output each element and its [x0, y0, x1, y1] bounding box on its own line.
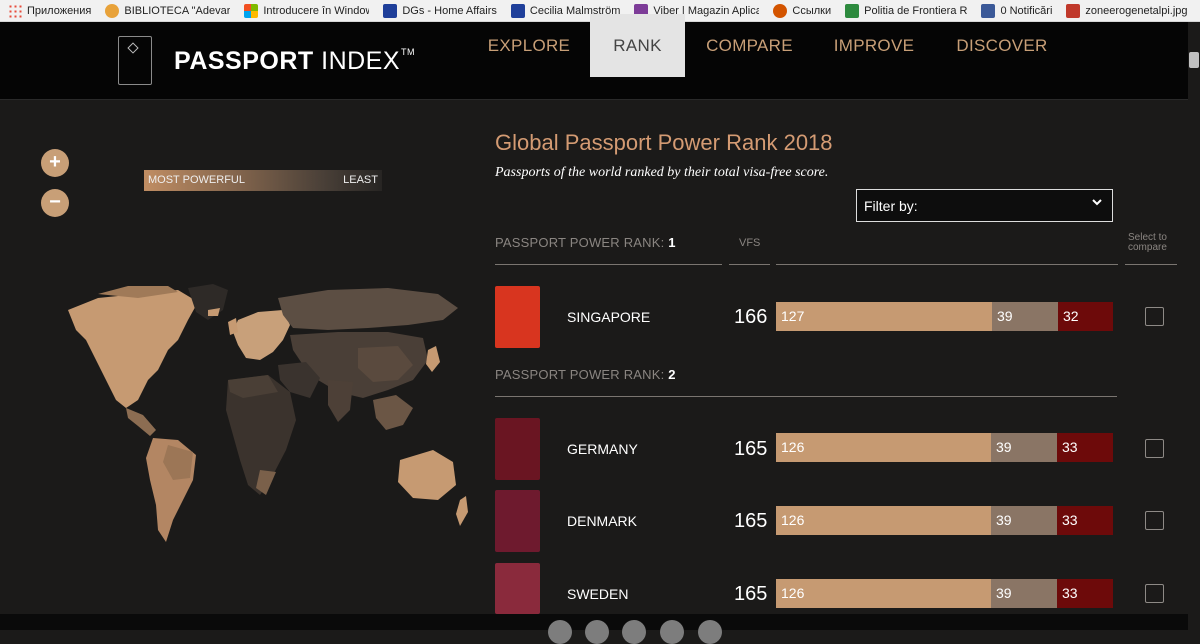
zoom-in-button[interactable]: + [41, 149, 69, 177]
legend-most: MOST POWERFUL [148, 174, 245, 186]
header-divider [1125, 264, 1177, 265]
map-legend: MOST POWERFUL LEAST [144, 170, 382, 191]
country-name[interactable]: SWEDEN [567, 586, 628, 602]
filter-dropdown[interactable]: Filter by: [856, 189, 1113, 222]
page-subtitle: Passports of the world ranked by their t… [495, 165, 829, 180]
bookmark-biblioteca[interactable]: BIBLIOTECA "Adevarul" [105, 0, 244, 21]
header-divider [729, 264, 770, 265]
map-russia [278, 288, 458, 330]
bar-visa-on-arrival: 39 [991, 433, 1057, 462]
twitter-icon[interactable] [585, 620, 609, 644]
nav-compare[interactable]: COMPARE [700, 14, 799, 77]
compare-checkbox[interactable] [1145, 439, 1164, 458]
world-map[interactable] [28, 280, 468, 550]
bar-visa-on-arrival: 39 [992, 302, 1058, 331]
map-europe [233, 310, 290, 360]
compare-checkbox[interactable] [1145, 584, 1164, 603]
country-name[interactable]: DENMARK [567, 513, 637, 529]
bookmark-windows[interactable]: Introducere în Windows [244, 0, 383, 21]
facebook-icon[interactable] [548, 620, 572, 644]
header-divider [495, 264, 722, 265]
country-name[interactable]: GERMANY [567, 441, 638, 457]
bar-visa-free: 126 [776, 433, 991, 462]
pinterest-icon[interactable] [660, 620, 684, 644]
map-new-zealand [456, 496, 468, 526]
bar-visa-free: 126 [776, 506, 991, 535]
passport-cover-germany[interactable] [495, 418, 540, 480]
compare-checkbox[interactable] [1145, 511, 1164, 530]
vfs-score: 166 [734, 306, 768, 328]
bar-eta: 33 [1057, 506, 1113, 535]
filter-label: Filter by: [864, 198, 918, 214]
site-logo[interactable]: PASSPORT INDEXTM [174, 47, 415, 76]
page-scrollbar[interactable] [1188, 22, 1200, 630]
bar-eta: 32 [1058, 302, 1113, 331]
bar-eta: 33 [1057, 579, 1113, 608]
bookmark-image[interactable]: zoneerogenetalpi.jpg [1066, 0, 1200, 21]
map-north-america [68, 290, 198, 408]
map-central-america [126, 408, 156, 436]
header-divider [776, 264, 1118, 265]
chevron-down-icon [1092, 199, 1102, 206]
rank-divider [495, 396, 1117, 397]
bar-visa-free: 127 [776, 302, 992, 331]
nav-discover[interactable]: DISCOVER [950, 14, 1054, 77]
rank-header-1: PASSPORT POWER RANK: 1 [495, 235, 676, 250]
vfs-score: 165 [734, 510, 768, 532]
vfs-score: 165 [734, 583, 768, 605]
rank-header-2: PASSPORT POWER RANK: 2 [495, 367, 676, 382]
compare-checkbox[interactable] [1145, 307, 1164, 326]
legend-least: LEAST [343, 174, 378, 186]
vfs-column-header: VFS [739, 237, 761, 249]
email-icon[interactable] [698, 620, 722, 644]
nav-rank[interactable]: RANK [590, 14, 685, 77]
map-uk [228, 318, 238, 335]
passport-cover-sweden[interactable] [495, 563, 540, 614]
bar-eta: 33 [1057, 433, 1113, 462]
zoom-out-button[interactable]: − [41, 189, 69, 217]
windows-icon [244, 3, 259, 18]
compare-column-header-line2: compare [1128, 242, 1167, 253]
bar-visa-on-arrival: 39 [991, 579, 1057, 608]
country-name[interactable]: SINGAPORE [567, 309, 650, 325]
passport-logo-icon[interactable] [118, 36, 152, 85]
map-india [328, 380, 353, 422]
map-japan [426, 346, 440, 372]
image-icon [1066, 3, 1081, 18]
apps-grid-icon [8, 3, 22, 18]
eu-flag-icon [383, 3, 398, 18]
nav-explore[interactable]: EXPLORE [480, 14, 578, 77]
gear-icon [105, 3, 120, 18]
instagram-icon[interactable] [622, 620, 646, 644]
passport-cover-denmark[interactable] [495, 490, 540, 552]
map-australia [398, 450, 456, 500]
bar-visa-free: 126 [776, 579, 991, 608]
scroll-thumb[interactable] [1189, 52, 1199, 68]
passport-cover-singapore[interactable] [495, 286, 540, 348]
bookmark-apps[interactable]: Приложения [8, 0, 105, 21]
map-southeast-asia [373, 395, 413, 430]
vfs-score: 165 [734, 438, 768, 460]
page-title: Global Passport Power Rank 2018 [495, 130, 833, 155]
nav-improve[interactable]: IMPROVE [827, 14, 921, 77]
bar-visa-on-arrival: 39 [991, 506, 1057, 535]
